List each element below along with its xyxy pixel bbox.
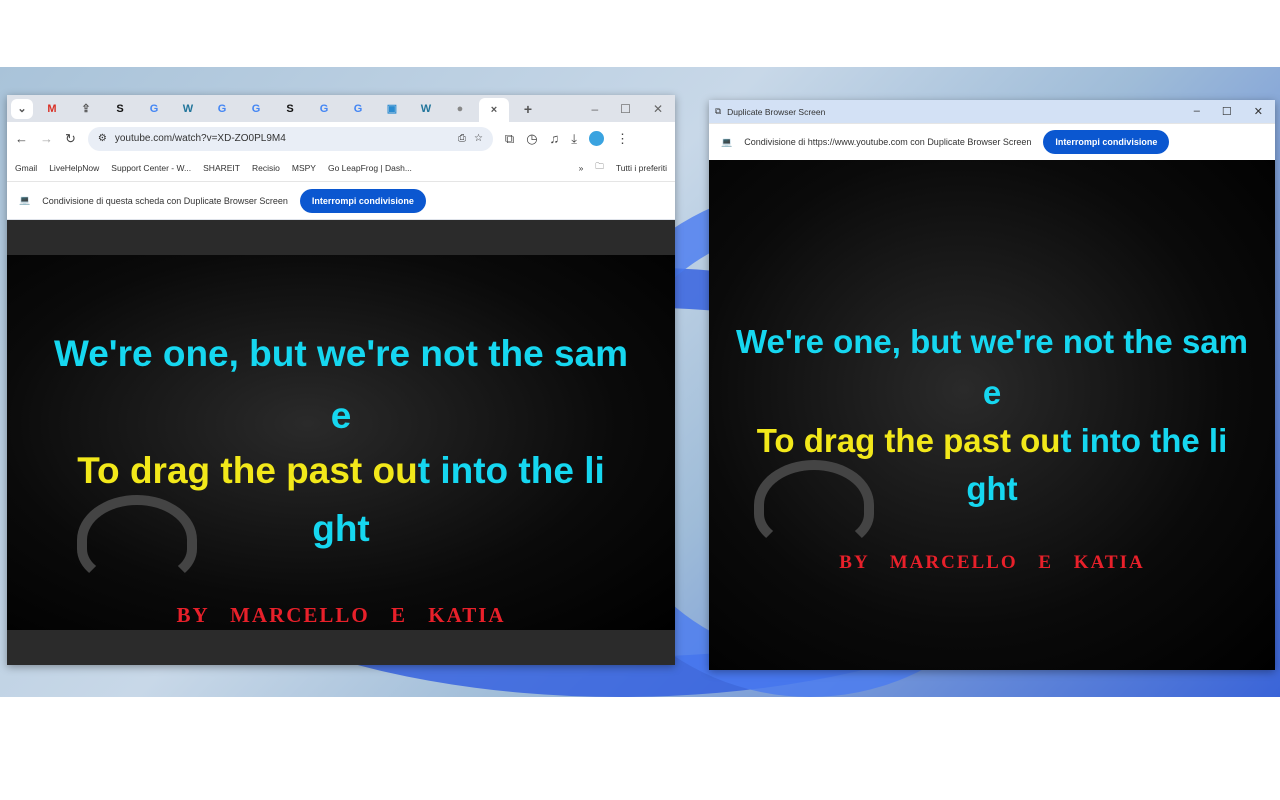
- share-text: Condivisione di questa scheda con Duplic…: [42, 196, 288, 206]
- tab-strip: ⌄ M ⇪ S G W G G S G G ▣ W ● × + – ☐ ✕: [7, 95, 675, 122]
- duplicate-screen-window: ⧉ Duplicate Browser Screen – ☐ ✕ 💻 Condi…: [709, 100, 1275, 670]
- tab[interactable]: S: [275, 99, 305, 119]
- lyric-sung: To drag the past ou: [77, 450, 418, 491]
- lyric-line-2: To drag the past out into the li: [709, 422, 1275, 460]
- lyric-line-2-cont: ght: [709, 470, 1275, 508]
- forward-icon[interactable]: →: [40, 131, 53, 146]
- bookmark-shareit[interactable]: SHAREIT: [203, 163, 240, 173]
- lyric-line-1-cont: e: [709, 374, 1275, 412]
- tab[interactable]: ▣: [377, 99, 407, 119]
- tab[interactable]: G: [241, 99, 271, 119]
- tab[interactable]: S: [105, 99, 135, 119]
- minimize-button[interactable]: –: [1194, 105, 1200, 118]
- tab[interactable]: ⇪: [71, 99, 101, 119]
- title-bar: ⧉ Duplicate Browser Screen – ☐ ✕: [709, 100, 1275, 123]
- bookmark-mspy[interactable]: MSPY: [292, 163, 316, 173]
- duplicate-video-frame: We're one, but we're not the sam e To dr…: [709, 160, 1275, 670]
- tab[interactable]: W: [411, 99, 441, 119]
- chrome-window: ⌄ M ⇪ S G W G G S G G ▣ W ● × + – ☐ ✕ ← …: [7, 95, 675, 665]
- laptop-icon: 💻: [19, 195, 30, 206]
- credit-text: BY MARCELLO E KATIA: [7, 603, 675, 628]
- url-text[interactable]: youtube.com/watch?v=XD-ZO0PL9M4: [115, 133, 450, 144]
- site-settings-icon[interactable]: ⚙: [98, 133, 107, 144]
- share-bar: 💻 Condivisione di questa scheda con Dupl…: [7, 181, 675, 219]
- download-icon[interactable]: ⤓: [571, 131, 577, 147]
- bookmarks-bar: Gmail LiveHelpNow Support Center - W... …: [7, 155, 675, 181]
- menu-icon[interactable]: ⋮: [616, 131, 629, 147]
- tab[interactable]: ●: [445, 99, 475, 119]
- new-tab-button[interactable]: +: [513, 99, 543, 119]
- credit-text: BY MARCELLO E KATIA: [709, 552, 1275, 574]
- reload-icon[interactable]: ↻: [65, 131, 76, 147]
- bookmarks-overflow[interactable]: »: [579, 163, 584, 173]
- bookmark-gmail[interactable]: Gmail: [15, 163, 37, 173]
- tab-search-button[interactable]: ⌄: [11, 99, 33, 119]
- laptop-icon: 💻: [721, 137, 732, 148]
- address-bar[interactable]: ⚙ youtube.com/watch?v=XD-ZO0PL9M4 ⎙ ☆: [88, 127, 493, 151]
- lyric-line-2: To drag the past out into the li: [7, 450, 675, 492]
- folder-icon: 🗀: [595, 161, 604, 175]
- window-icon: ⧉: [715, 106, 721, 117]
- bookmark-recisio[interactable]: Recisio: [252, 163, 280, 173]
- profile-avatar[interactable]: [589, 131, 604, 146]
- minimize-button[interactable]: –: [591, 102, 598, 116]
- video-frame[interactable]: We're one, but we're not the sam e To dr…: [7, 255, 675, 630]
- tab-active-close[interactable]: ×: [479, 98, 509, 122]
- maximize-button[interactable]: ☐: [620, 102, 631, 116]
- bookmark-livehelpnow[interactable]: LiveHelpNow: [49, 163, 99, 173]
- bookmark-leapfrog[interactable]: Go LeapFrog | Dash...: [328, 163, 412, 173]
- close-button[interactable]: ✕: [1254, 105, 1263, 118]
- video-player[interactable]: We're one, but we're not the sam e To dr…: [7, 220, 675, 665]
- lyric-line-2-cont: ght: [7, 508, 675, 550]
- stop-sharing-button[interactable]: Interrompi condivisione: [300, 189, 426, 213]
- toolbar: ← → ↻ ⚙ youtube.com/watch?v=XD-ZO0PL9M4 …: [7, 122, 675, 155]
- lyric-unsung: t into the li: [418, 450, 605, 491]
- close-button[interactable]: ✕: [653, 102, 663, 116]
- tab[interactable]: G: [309, 99, 339, 119]
- lyric-line-1: We're one, but we're not the sam: [7, 333, 675, 375]
- lyric-line-1-cont: e: [7, 395, 675, 437]
- extensions-icon[interactable]: ⧉: [505, 131, 514, 147]
- bookmark-star-icon[interactable]: ☆: [474, 133, 483, 144]
- share-bar: 💻 Condivisione di https://www.youtube.co…: [709, 123, 1275, 160]
- maximize-button[interactable]: ☐: [1222, 105, 1232, 118]
- history-icon[interactable]: ◷: [526, 131, 537, 147]
- lyric-unsung: t into the li: [1060, 422, 1227, 459]
- tab[interactable]: W: [173, 99, 203, 119]
- lyric-sung: To drag the past ou: [757, 422, 1061, 459]
- lyric-line-1: We're one, but we're not the sam: [709, 323, 1275, 361]
- all-bookmarks[interactable]: Tutti i preferiti: [616, 163, 667, 173]
- share-text: Condivisione di https://www.youtube.com …: [744, 137, 1031, 147]
- tab[interactable]: G: [139, 99, 169, 119]
- bookmark-support-center[interactable]: Support Center - W...: [111, 163, 191, 173]
- media-icon[interactable]: ♫: [550, 131, 560, 146]
- install-icon[interactable]: ⎙: [458, 133, 466, 144]
- stop-sharing-button[interactable]: Interrompi condivisione: [1043, 130, 1169, 154]
- tab[interactable]: M: [37, 99, 67, 119]
- tab[interactable]: G: [207, 99, 237, 119]
- window-title: Duplicate Browser Screen: [727, 107, 825, 117]
- tab[interactable]: G: [343, 99, 373, 119]
- back-icon[interactable]: ←: [15, 131, 28, 146]
